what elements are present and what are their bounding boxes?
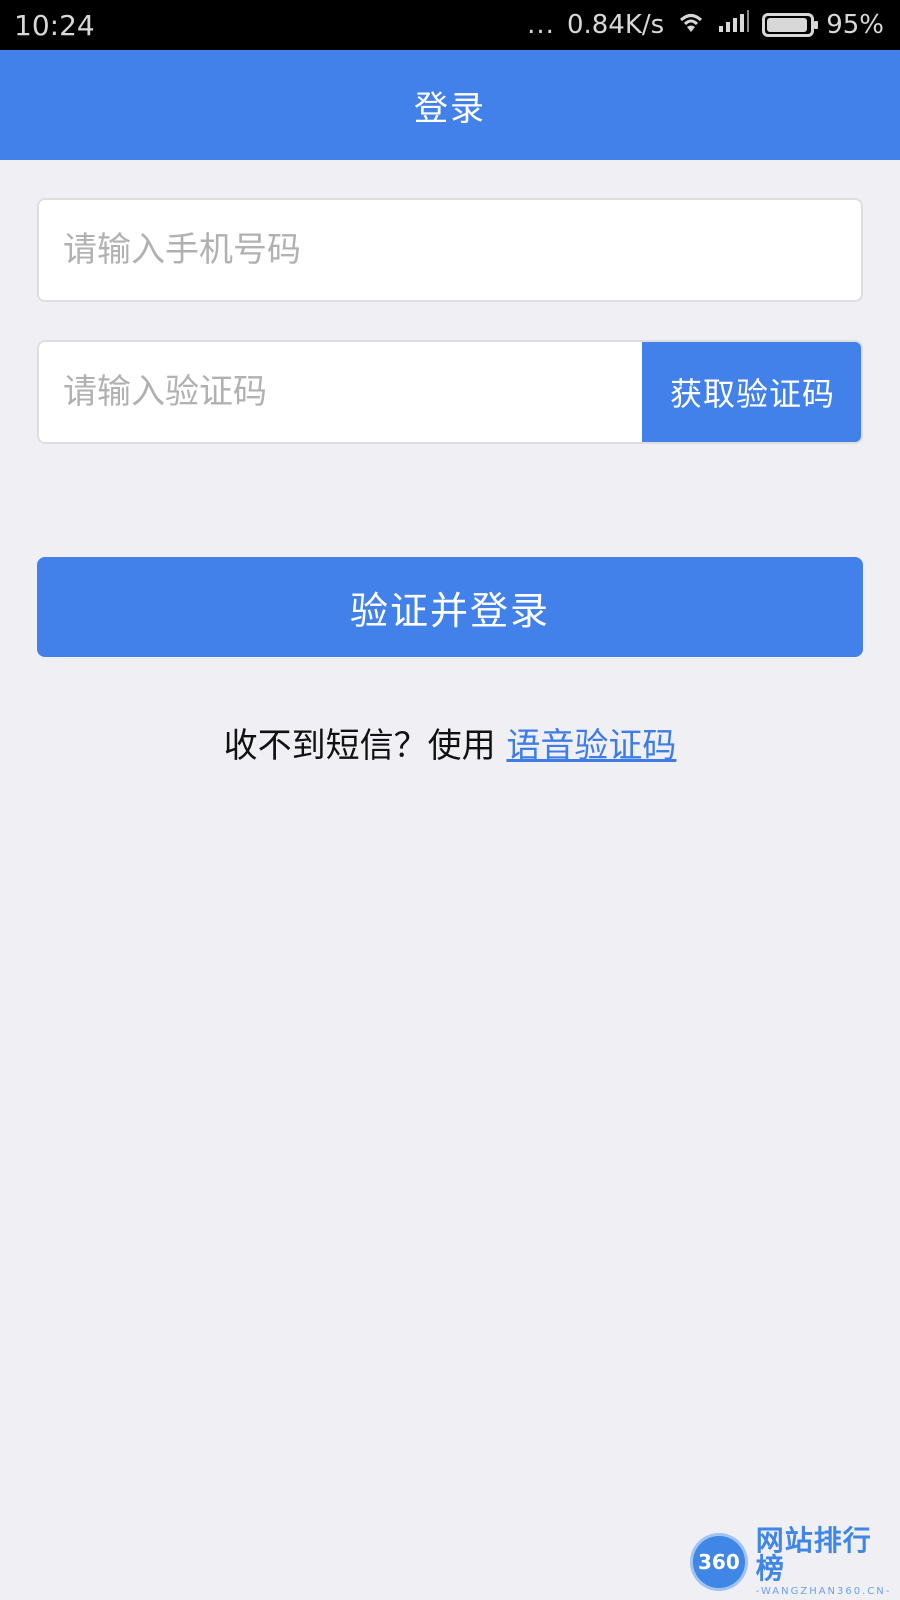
sms-help-line: 收不到短信？使用 语音验证码 <box>0 718 900 767</box>
verification-code-input[interactable] <box>39 342 643 442</box>
get-code-button[interactable]: 获取验证码 <box>642 342 861 442</box>
sms-help-text: 收不到短信？使用 <box>223 726 507 766</box>
battery-percent: 95% <box>826 10 884 40</box>
watermark-sub-text: -WANGZHAN360.CN- <box>755 1586 892 1597</box>
verify-and-login-button[interactable]: 验证并登录 <box>37 557 863 657</box>
status-bar: 10:24 ... 0.84K/s 95% <box>0 0 900 50</box>
phone-input[interactable] <box>39 200 861 300</box>
battery-level-fill <box>767 18 808 32</box>
login-screen: 10:24 ... 0.84K/s 95% 登录 请输入手机号码 请输入验证码 … <box>0 0 900 1600</box>
signal-icon <box>718 9 750 41</box>
wifi-icon <box>676 10 706 41</box>
app-header: 登录 <box>0 50 900 160</box>
network-speed: 0.84K/s <box>566 10 665 40</box>
watermark-logo-icon: 360 <box>690 1533 748 1591</box>
watermark: 360 网站排行榜 -WANGZHAN360.CN- <box>690 1524 900 1600</box>
status-indicators: ... 0.84K/s 95% <box>527 9 884 41</box>
more-dots-icon: ... <box>527 10 555 40</box>
battery-icon <box>762 13 819 37</box>
status-time: 10:24 <box>14 8 95 42</box>
code-field-container: 获取验证码 <box>37 340 863 444</box>
phone-field-container <box>37 198 863 302</box>
watermark-text: 网站排行榜 -WANGZHAN360.CN- <box>756 1527 900 1597</box>
page-title: 登录 <box>414 88 486 129</box>
voice-code-link[interactable]: 语音验证码 <box>506 726 676 766</box>
watermark-main-text: 网站排行榜 <box>755 1524 872 1585</box>
